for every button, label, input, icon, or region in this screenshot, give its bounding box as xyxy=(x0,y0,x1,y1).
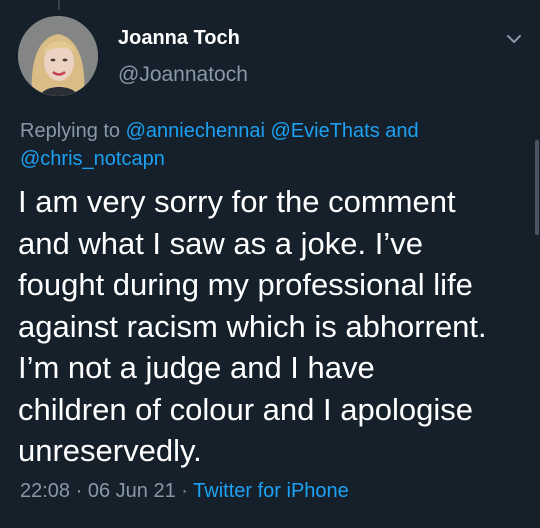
scrollbar[interactable] xyxy=(535,140,539,235)
avatar[interactable] xyxy=(18,16,98,96)
mention-link[interactable]: @anniechennai xyxy=(126,120,265,142)
replying-to: Replying to @anniechennai @EvieThats and… xyxy=(20,117,490,173)
avatar-image xyxy=(18,16,98,96)
tweet-time[interactable]: 22:08 xyxy=(20,480,70,502)
mention-link[interactable]: @EvieThats xyxy=(270,120,379,142)
tweet-text: I am very sorry for the comment and what… xyxy=(18,181,533,472)
tweet-text-line: I’m not a judge and I have xyxy=(18,350,375,385)
tweet-text-line: I am very sorry for the comment xyxy=(18,184,456,219)
mention-link[interactable]: @chris_notcapn xyxy=(20,148,165,170)
author-handle[interactable]: @Joannatoch xyxy=(118,63,248,87)
meta-separator: · xyxy=(181,480,188,502)
author-name[interactable]: Joanna Toch xyxy=(118,27,240,50)
tweet-text-line: children of colour and I apologise xyxy=(18,391,473,427)
tweet-text-line: unreservedly. xyxy=(18,433,202,468)
tweet-text-line: against racism which is abhorrent. xyxy=(18,308,487,344)
replying-to-label: Replying to xyxy=(20,120,121,142)
chevron-down-icon[interactable] xyxy=(503,28,525,50)
thread-connector-line xyxy=(58,0,60,10)
tweet-meta: 22:08 · 06 Jun 21 · Twitter for iPhone xyxy=(20,480,349,503)
tweet-date[interactable]: 06 Jun 21 xyxy=(88,480,176,502)
tweet-source-link[interactable]: Twitter for iPhone xyxy=(193,480,349,502)
tweet-text-line: fought during my professional life xyxy=(18,267,473,302)
tweet-text-line: and what I saw as a joke. I’ve xyxy=(18,225,423,261)
meta-separator: · xyxy=(75,480,83,502)
mention-conjunction[interactable]: and xyxy=(385,120,418,142)
